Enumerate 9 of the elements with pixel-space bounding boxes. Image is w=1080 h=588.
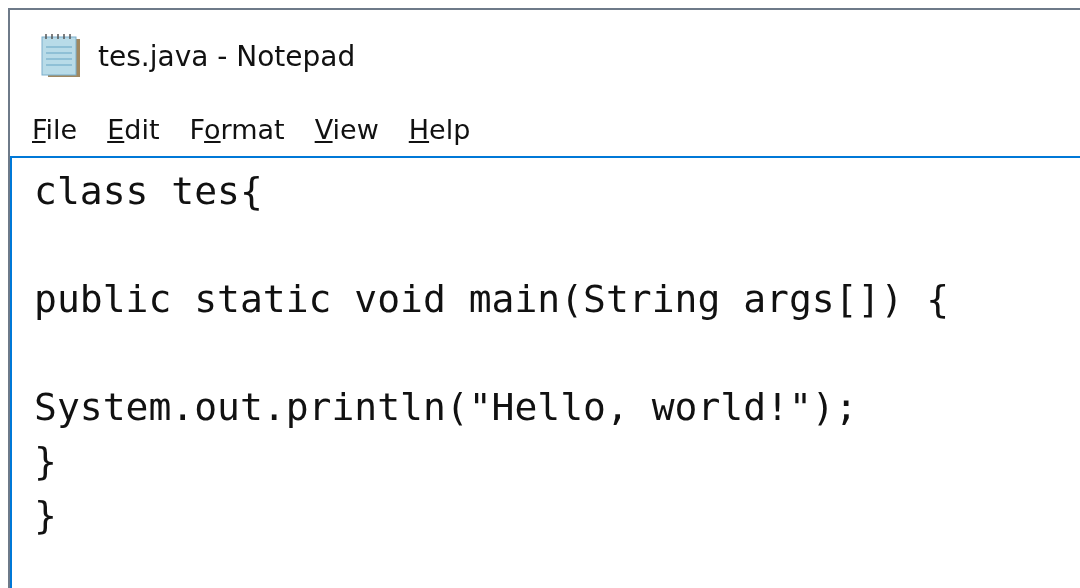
window-title: tes.java - Notepad [98,39,356,73]
text-editor[interactable]: class tes{ public static void main(String args[]) { System.out.println("Hello, world!"); } } [10,156,1080,588]
menu-item[interactable]: File [24,111,86,147]
notepad-icon [38,33,82,79]
code-text: class tes{ public static void main(String args[]) { System.out.println("Hello, world!"); } } [34,168,950,539]
menu-item[interactable]: Edit [99,111,168,147]
menu-item[interactable]: Format [181,111,293,147]
menu-item[interactable]: Help [400,111,479,147]
menu-item[interactable]: View [306,111,387,147]
